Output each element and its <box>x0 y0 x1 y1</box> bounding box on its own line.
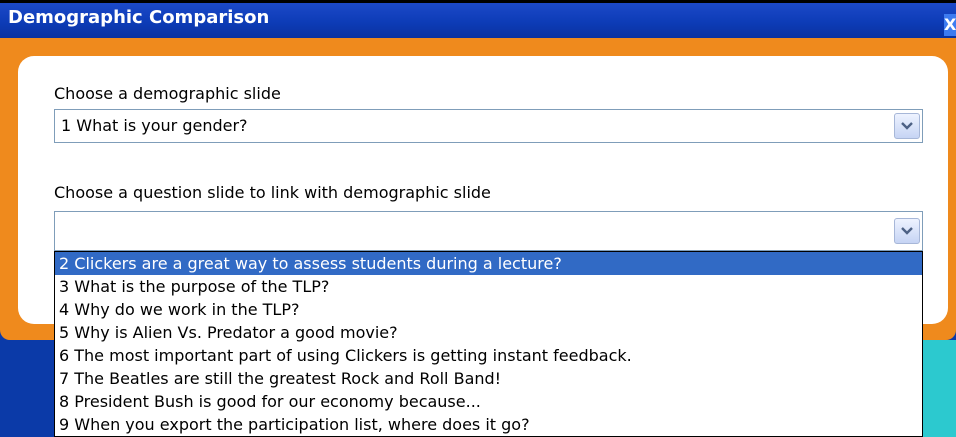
close-button[interactable]: X <box>944 14 956 36</box>
background-accent <box>920 340 956 437</box>
list-item[interactable]: 9 When you export the participation list… <box>55 413 922 436</box>
list-item[interactable]: 2 Clickers are a great way to assess stu… <box>55 252 922 275</box>
question-dropdown-list[interactable]: 2 Clickers are a great way to assess stu… <box>54 251 923 437</box>
list-item[interactable]: 4 Why do we work in the TLP? <box>55 298 922 321</box>
title-bar: Demographic Comparison X <box>0 0 956 38</box>
list-item[interactable]: 5 Why is Alien Vs. Predator a good movie… <box>55 321 922 344</box>
question-slide-select[interactable] <box>54 211 923 251</box>
demographic-slide-value: 1 What is your gender? <box>61 116 248 135</box>
chevron-down-icon <box>901 122 913 130</box>
list-item[interactable]: 8 President Bush is good for our economy… <box>55 390 922 413</box>
question-dropdown-button[interactable] <box>894 218 920 244</box>
question-slide-label: Choose a question slide to link with dem… <box>54 183 491 202</box>
list-item[interactable]: 6 The most important part of using Click… <box>55 344 922 367</box>
window-title: Demographic Comparison <box>8 7 270 28</box>
chevron-down-icon <box>901 227 913 235</box>
demographic-dropdown-button[interactable] <box>894 113 920 139</box>
demographic-slide-select[interactable]: 1 What is your gender? <box>54 109 923 143</box>
close-icon: X <box>944 15 956 34</box>
demographic-slide-label: Choose a demographic slide <box>54 84 281 103</box>
list-item[interactable]: 7 The Beatles are still the greatest Roc… <box>55 367 922 390</box>
list-item[interactable]: 3 What is the purpose of the TLP? <box>55 275 922 298</box>
